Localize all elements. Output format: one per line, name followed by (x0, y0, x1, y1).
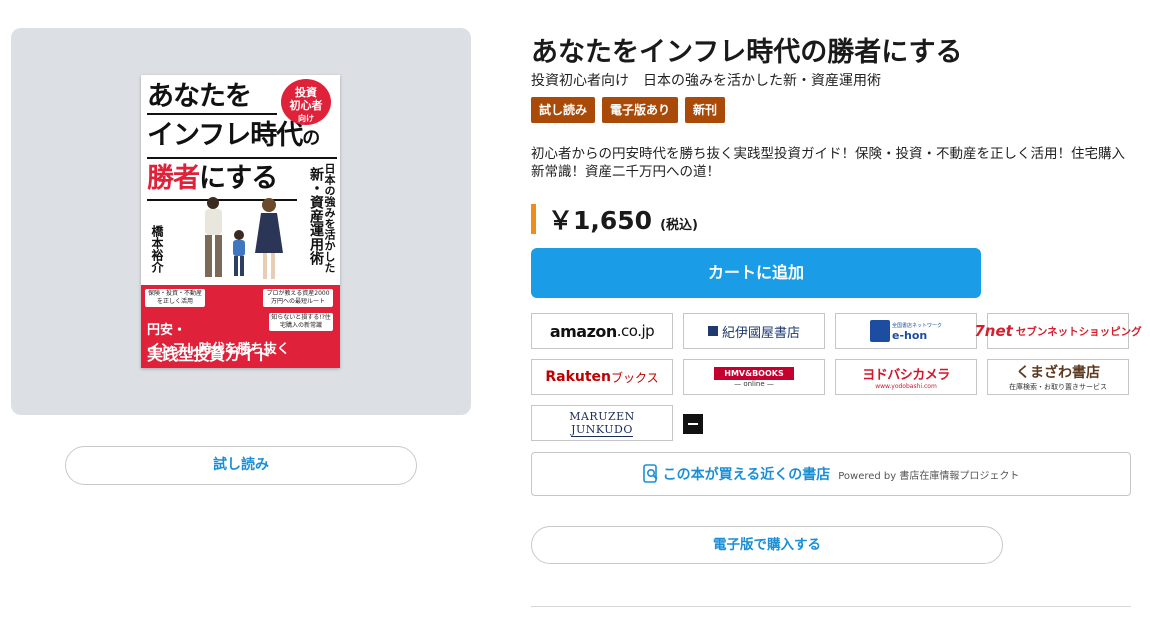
kumazawa-sub-label: 在庫検索・お取り置きサービス (1009, 383, 1107, 391)
badge-trial: 試し読み (531, 97, 596, 123)
cover-rule (147, 157, 337, 159)
cover-tag: プロが教える資産2000万円への最短ルート (263, 289, 333, 307)
price: ￥1,650 (548, 206, 653, 235)
store-link-kinokuniya[interactable]: 紀伊國屋書店 (683, 313, 825, 349)
yodobashi-url: www.yodobashi.com (875, 383, 937, 390)
amazon-logo-text: amazon (549, 321, 617, 341)
kinokuniya-label: 紀伊國屋書店 (721, 325, 800, 341)
store-link-hmv[interactable]: HMV&BOOKS — online — (683, 359, 825, 395)
amazon-logo-suffix: .co.jp (616, 322, 655, 340)
add-to-cart-button[interactable]: カートに追加 (531, 248, 981, 298)
cover-rule (147, 113, 277, 115)
sevennet-logo-mark: 7net (974, 322, 1013, 340)
ehon-label: e-hon (891, 329, 928, 342)
price-accent-bar (531, 204, 536, 234)
cover-title-line3: 勝者にする (147, 163, 278, 194)
store-link-kumazawa[interactable]: くまざわ書店 在庫検索・お取り置きサービス (987, 359, 1129, 395)
rakuten-logo-text: Rakuten (545, 369, 612, 385)
yodobashi-logo: ヨドバシカメラ (862, 368, 950, 383)
tax-note: (税込) (660, 217, 698, 233)
cover-title-line1: あなたを (147, 81, 252, 112)
section-divider (531, 606, 1131, 607)
cover-vertical-main: 新・資産運用術 (308, 167, 324, 265)
cover-title-line2: インフレ時代の (147, 120, 320, 151)
cover-beginner-badge: 投資 初心者 向け (281, 79, 331, 125)
store-link-amazon[interactable]: amazon .co.jp (531, 313, 673, 349)
price-row: ￥1,650 (税込) (531, 204, 698, 235)
cover-bottom-line3: 実践型投資ガイド (147, 345, 272, 364)
sevennet-label: セブンネットショッピング (1015, 325, 1142, 338)
hmv-online-label: — online — (734, 379, 774, 388)
nearby-store-button[interactable]: この本が買える近くの書店 Powered by 書店在庫情報プロジェクト (531, 452, 1131, 496)
book-title: あなたをインフレ時代の勝者にする (531, 37, 963, 68)
hmv-logo: HMV&BOOKS (714, 366, 794, 380)
cover-image-frame: あなたを インフレ時代の 勝者にする 投資 初心者 向け 日本の強みを活かした … (11, 28, 471, 415)
ehon-logo-icon (869, 320, 890, 342)
cover-author: 橋本裕介 (150, 225, 164, 273)
badge-list: 試し読み 電子版あり 新刊 (531, 97, 726, 123)
kinokuniya-logo-icon (707, 326, 718, 336)
cover-family-photo (205, 197, 283, 279)
maruzen-logo-line1: MARUZEN (569, 409, 635, 423)
book-subtitle: 投資初心者向け 日本の強みを活かした新・資産運用術 (531, 73, 881, 89)
badge-new: 新刊 (685, 97, 726, 123)
store-link-yodobashi[interactable]: ヨドバシカメラ www.yodobashi.com (835, 359, 977, 395)
store-search-icon (642, 464, 658, 483)
nearby-powered-by: Powered by 書店在庫情報プロジェクト (838, 470, 1020, 482)
store-link-maruzen-junkudo[interactable]: MARUZEN JUNKUDO (531, 405, 673, 441)
collapse-icon[interactable] (683, 414, 703, 434)
store-link-ehon[interactable]: 全国書店ネットワーク e-hon (835, 313, 977, 349)
store-link-7net[interactable]: 7net セブンネットショッピング (974, 313, 1142, 349)
cover-tag: 保険・投資・不動産を正しく活用 (145, 289, 205, 307)
nearby-store-label: この本が買える近くの書店 (662, 467, 831, 483)
book-cover[interactable]: あなたを インフレ時代の 勝者にする 投資 初心者 向け 日本の強みを活かした … (141, 75, 340, 368)
book-description: 初心者からの円安時代を勝ち抜く実践型投資ガイド！保険・投資・不動産を正しく活用！… (531, 146, 1125, 180)
badge-ebook: 電子版あり (602, 97, 679, 123)
trial-read-button[interactable]: 試し読み (65, 446, 417, 485)
store-link-rakuten[interactable]: Rakuten ブックス (531, 359, 673, 395)
kumazawa-logo: くまざわ書店 (1016, 365, 1100, 381)
maruzen-logo-line2: JUNKUDO (571, 422, 633, 437)
buy-ebook-button[interactable]: 電子版で購入する (531, 526, 1003, 564)
rakuten-label: ブックス (611, 370, 659, 385)
